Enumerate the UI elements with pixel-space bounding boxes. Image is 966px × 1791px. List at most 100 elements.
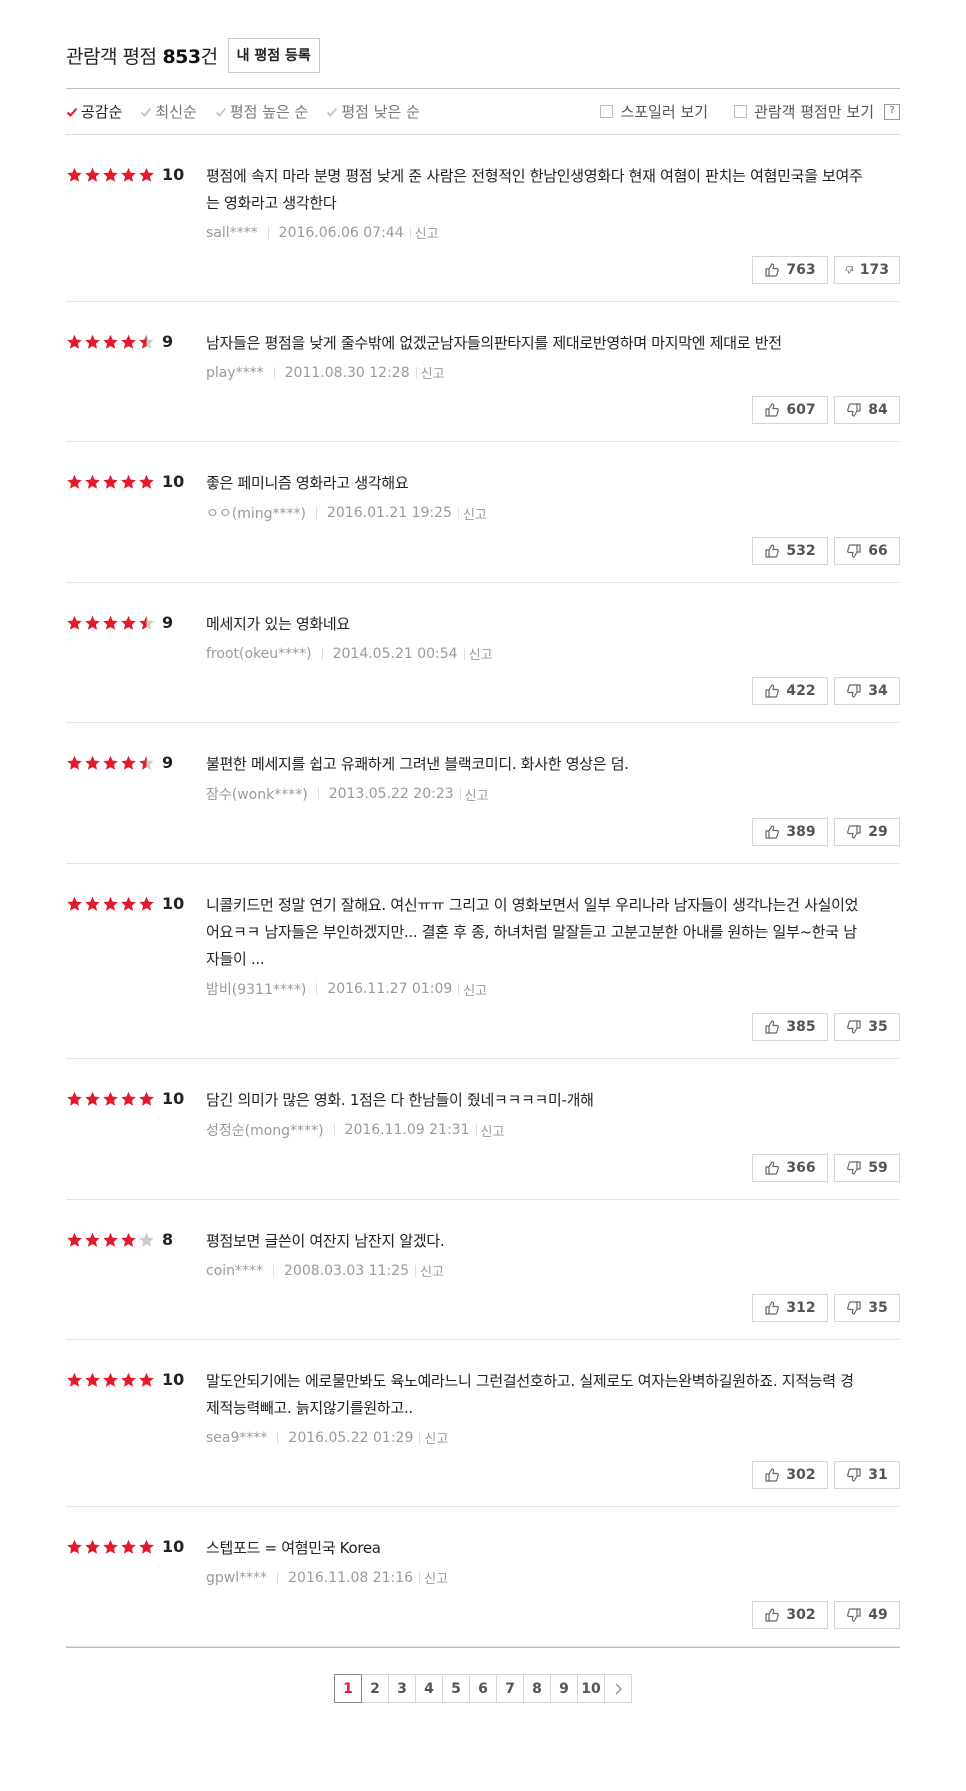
sort-option[interactable]: 평점 낮은 순 [326, 101, 420, 122]
divider [273, 366, 275, 379]
dislike-button[interactable]: 29 [834, 818, 900, 846]
dislike-button[interactable]: 34 [834, 677, 900, 705]
review-meta: ㅇㅇ(ming****) 2016.01.21 19:25 신고 [206, 503, 900, 523]
review-text: 남자들은 평점을 낮게 줄수밖에 없겠군남자들의판타지를 제대로반영하며 마지막… [206, 334, 782, 352]
check-icon [327, 107, 338, 117]
star-icon [139, 167, 154, 182]
like-button[interactable]: 385 [752, 1013, 828, 1041]
spoiler-checkbox[interactable]: 스포일러 보기 [600, 101, 708, 122]
review-user[interactable]: 밤비(9311****) [206, 979, 306, 999]
review-score: 10 [66, 165, 184, 184]
check-icon [215, 107, 227, 117]
star-rating [66, 615, 156, 631]
report-link[interactable]: 신고 [465, 785, 489, 804]
help-icon[interactable]: ? [884, 103, 900, 120]
like-button[interactable]: 532 [752, 537, 828, 565]
page-link[interactable]: 8 [524, 1674, 551, 1703]
star-icon [85, 334, 100, 349]
report-link[interactable]: 신고 [424, 1568, 448, 1587]
page-link[interactable]: 9 [551, 1674, 578, 1703]
thumbs-up-icon [765, 1020, 780, 1034]
divider [458, 983, 460, 995]
report-link[interactable]: 신고 [421, 363, 445, 382]
next-page-button[interactable] [605, 1674, 632, 1703]
star-icon [85, 1232, 100, 1247]
review-user[interactable]: sea9**** [206, 1430, 267, 1446]
report-link[interactable]: 신고 [424, 1428, 448, 1447]
review-item: 10 말도안되기에는 에로물만봐도 육노예라느니 그런걸선호하고. 실제로도 여자… [66, 1340, 900, 1507]
review-user[interactable]: coin**** [206, 1263, 263, 1279]
review-user[interactable]: 성정순(mong****) [206, 1120, 324, 1140]
star-icon [121, 1539, 136, 1554]
check-icon [66, 107, 78, 117]
like-button[interactable]: 312 [752, 1294, 828, 1322]
star-icon [85, 1539, 100, 1554]
report-link[interactable]: 신고 [463, 504, 487, 523]
review-score: 10 [66, 1537, 184, 1556]
star-rating [66, 1091, 156, 1107]
review-user[interactable]: play**** [206, 365, 264, 381]
sort-option[interactable]: 최신순 [140, 101, 197, 122]
like-button[interactable]: 302 [752, 1601, 828, 1629]
dislike-button[interactable]: 59 [834, 1154, 900, 1182]
report-link[interactable]: 신고 [463, 980, 487, 999]
dislike-button[interactable]: 49 [834, 1601, 900, 1629]
report-link[interactable]: 신고 [420, 1261, 444, 1280]
dislike-button[interactable]: 31 [834, 1461, 900, 1489]
page-link[interactable]: 5 [443, 1674, 470, 1703]
like-button[interactable]: 763 [752, 256, 828, 284]
page-link[interactable]: 6 [470, 1674, 497, 1703]
star-icon [85, 167, 100, 182]
divider [415, 366, 417, 379]
like-button[interactable]: 607 [752, 396, 828, 424]
star-rating [66, 896, 156, 912]
review-user[interactable]: 잠수(wonk****) [206, 784, 308, 804]
dislike-button[interactable]: 66 [834, 537, 900, 565]
like-button[interactable]: 422 [752, 677, 828, 705]
sort-label: 공감순 [81, 103, 123, 121]
review-user[interactable]: ㅇㅇ(ming****) [206, 503, 306, 523]
like-button[interactable]: 302 [752, 1461, 828, 1489]
audience-only-checkbox[interactable]: 관람객 평점만 보기 ? [734, 101, 900, 122]
dislike-button[interactable]: 35 [834, 1294, 900, 1322]
page-link[interactable]: 1 [334, 1674, 362, 1703]
star-icon [67, 167, 82, 182]
review-user[interactable]: gpwl**** [206, 1570, 267, 1586]
vote-buttons: 385 35 [206, 1013, 900, 1058]
star-icon [103, 755, 118, 770]
dislike-button[interactable]: 84 [834, 396, 900, 424]
report-link[interactable]: 신고 [481, 1121, 505, 1140]
page-link[interactable]: 2 [362, 1674, 389, 1703]
thumbs-up-icon [765, 1468, 780, 1482]
like-button[interactable]: 389 [752, 818, 828, 846]
half-star-icon [139, 755, 154, 770]
page-title: 관람객 평점 853건 [66, 42, 218, 69]
report-link[interactable]: 신고 [415, 223, 439, 242]
checkbox-box[interactable] [734, 105, 748, 118]
dislike-button[interactable]: 35 [834, 1013, 900, 1041]
report-link[interactable]: 신고 [469, 644, 493, 663]
page-link[interactable]: 10 [578, 1674, 605, 1703]
dislike-count: 59 [868, 1160, 888, 1176]
page-link[interactable]: 4 [416, 1674, 443, 1703]
star-icon [121, 1232, 136, 1247]
star-icon [103, 1232, 118, 1247]
star-icon [103, 615, 118, 630]
sort-option[interactable]: 평점 높은 순 [215, 101, 308, 122]
review-user[interactable]: sall**** [206, 225, 258, 241]
review-user[interactable]: froot(okeu****) [206, 646, 312, 662]
like-button[interactable]: 366 [752, 1154, 828, 1182]
review-list: 10 평점에 속지 마라 분명 평점 낮게 준 사람은 전형적인 한남인생영화다 … [66, 135, 900, 1648]
sort-option[interactable]: 공감순 [66, 101, 122, 122]
register-review-button[interactable]: 내 평점 등록 [227, 37, 320, 73]
divider [315, 507, 317, 519]
page-link[interactable]: 7 [497, 1674, 524, 1703]
checkbox-box[interactable] [600, 105, 614, 118]
page-link[interactable]: 3 [389, 1674, 416, 1703]
thumbs-down-icon [847, 1608, 861, 1622]
divider [267, 226, 269, 239]
filter-options: 스포일러 보기 관람객 평점만 보기 ? [574, 101, 900, 122]
like-count: 607 [786, 402, 816, 418]
dislike-button[interactable]: 173 [834, 256, 900, 284]
review-date: 2016.11.08 21:16 [288, 1569, 414, 1586]
